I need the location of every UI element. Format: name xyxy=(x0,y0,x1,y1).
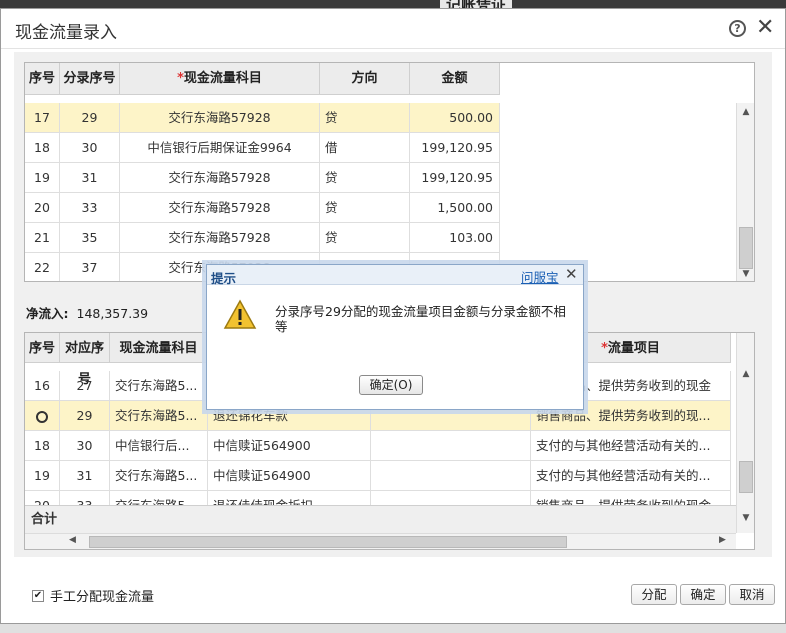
table-row[interactable]: 18 30 中信银行后期保证金9964 借 199,120.95 xyxy=(25,133,500,163)
popup-ok-button[interactable]: 确定(O) xyxy=(359,375,423,395)
close-icon[interactable]: ✕ xyxy=(756,15,774,40)
scroll-thumb[interactable] xyxy=(89,536,567,548)
entry-grid: 序号 分录序号 *现金流量科目 方向 金额 17 29 交行东海路57928 贷… xyxy=(24,62,755,282)
manual-allocate-label: 手工分配现金流量 xyxy=(50,590,155,605)
scroll-thumb[interactable] xyxy=(739,227,753,269)
col-cash-subject[interactable]: 现金流量科目 xyxy=(110,333,208,363)
col-direction[interactable]: 方向 xyxy=(320,63,410,95)
col-seq[interactable]: 序号 xyxy=(25,63,60,95)
table-row[interactable]: 20 33 交行东海路57928 贷 1,500.00 xyxy=(25,193,500,223)
alert-popup: 提示 问服宝 ✕ 分录序号29分配的现金流量项目金额与分录金额不相等 确定(O) xyxy=(206,264,584,410)
net-inflow-label: 净流入: xyxy=(26,306,69,321)
table-row[interactable]: 21 35 交行东海路57928 贷 103.00 xyxy=(25,223,500,253)
entry-grid-header: 序号 分录序号 *现金流量科目 方向 金额 xyxy=(25,63,500,95)
total-row: 合计 xyxy=(25,505,736,533)
entry-grid-vscroll[interactable]: ▲ ▼ xyxy=(736,103,754,281)
net-inflow-value: 148,357.39 xyxy=(76,306,149,321)
col-seq[interactable]: 序号 xyxy=(25,333,60,363)
table-row[interactable]: 18 30 中信银行后... 中信赎证564900 支付的与其他经营活动有关的.… xyxy=(25,431,731,461)
table-row[interactable]: 17 29 交行东海路57928 贷 500.00 xyxy=(25,103,500,133)
cancel-button[interactable]: 取消 xyxy=(729,584,775,605)
ok-button[interactable]: 确定 xyxy=(680,584,726,605)
table-row[interactable]: 19 31 交行东海路57928 贷 199,120.95 xyxy=(25,163,500,193)
background-window-bottom xyxy=(0,624,786,633)
scroll-thumb[interactable] xyxy=(739,461,753,493)
scroll-left-icon[interactable]: ◀ xyxy=(69,535,76,545)
scroll-up-icon[interactable]: ▲ xyxy=(737,369,754,379)
help-link[interactable]: 问服宝 xyxy=(521,267,559,286)
popup-title: 提示 xyxy=(211,271,237,286)
scroll-down-icon[interactable]: ▼ xyxy=(737,513,754,523)
entry-grid-rows: 17 29 交行东海路57928 贷 500.00 18 30 中信银行后期保证… xyxy=(25,103,500,281)
dialog-header: 现金流量录入 ? ✕ xyxy=(1,9,785,49)
close-icon[interactable]: ✕ xyxy=(565,265,578,283)
dialog-title: 现金流量录入 xyxy=(15,23,117,43)
warning-icon xyxy=(223,299,257,329)
manual-allocate-checkbox[interactable]: ✔ 手工分配现金流量 xyxy=(32,586,154,605)
col-entry-seq[interactable]: 分录序号 xyxy=(60,63,120,95)
scroll-right-icon[interactable]: ▶ xyxy=(719,535,726,545)
scroll-down-icon[interactable]: ▼ xyxy=(737,269,754,279)
required-mark: * xyxy=(177,71,184,86)
table-row[interactable]: 19 31 交行东海路5... 中信赎证564900 支付的与其他经营活动有关的… xyxy=(25,461,731,491)
help-icon[interactable]: ? xyxy=(729,20,746,37)
col-ref-seq[interactable]: 对应序号 xyxy=(60,333,110,387)
settings-icon[interactable] xyxy=(36,410,48,423)
checkbox-checked-icon[interactable]: ✔ xyxy=(32,589,44,602)
allocate-button[interactable]: 分配 xyxy=(631,584,677,605)
col-amount[interactable]: 金额 xyxy=(410,63,500,95)
allocation-grid-hscroll[interactable]: ◀ ▶ xyxy=(25,533,736,549)
required-mark: * xyxy=(601,341,608,356)
popup-header: 提示 问服宝 ✕ xyxy=(207,265,583,286)
popup-message: 分录序号29分配的现金流量项目金额与分录金额不相等 xyxy=(275,304,566,334)
scroll-up-icon[interactable]: ▲ xyxy=(737,107,754,117)
col-cash-subject[interactable]: *现金流量科目 xyxy=(120,63,320,95)
net-inflow: 净流入: 148,357.39 xyxy=(26,303,148,322)
allocation-grid-vscroll[interactable]: ▲ ▼ xyxy=(736,333,754,533)
